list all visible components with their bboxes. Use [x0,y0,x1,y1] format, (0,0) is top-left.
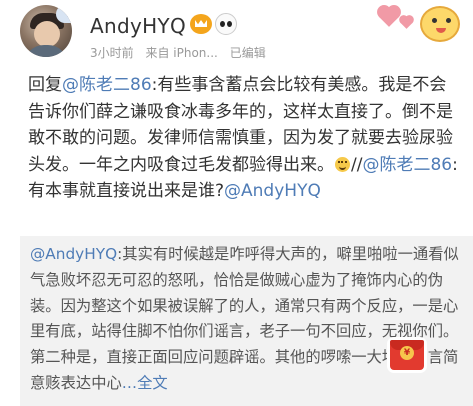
post-meta: 3小时前 来自 iPhon... 已编辑 [90,44,274,61]
red-packet-icon[interactable]: ¥ [390,340,424,370]
post-time: 3小时前 [90,46,134,60]
sticker-eye [446,18,451,23]
sticker-eye [432,18,437,23]
read-more-link[interactable]: …全文 [122,374,168,392]
sticker-body [420,6,460,42]
mention-link[interactable]: @陈老二86 [62,75,152,95]
post-content: 回复@陈老二86:有些事含蓄点会比较有美感。我是不会告诉你们薛之谦吸食冰毒多年的… [28,72,458,205]
mention-link[interactable]: @AndyHYQ [224,181,321,201]
cartoon-sticker-icon [414,0,464,44]
quoted-post[interactable]: @AndyHYQ:其实有时候越是咋呼得大声的，噼里啪啦一通看似气急败坏忍无可忍的… [20,236,473,406]
post-source[interactable]: 来自 iPhon... [145,46,217,60]
mention-link[interactable]: @陈老二86 [362,155,452,175]
avatar-face [34,21,60,47]
heart-icon [379,7,399,27]
quoted-mention-link[interactable]: @AndyHYQ [30,245,117,263]
quoted-text: @AndyHYQ:其实有时候越是咋呼得大声的，噼里啪啦一通看似气急败坏忍无可忍的… [30,242,460,397]
post-header: v AndyHYQ 3小时前 来自 iPhon... 已编辑 [0,0,473,62]
avatar-shirt [24,45,68,57]
hearts-decoration-icon [374,2,418,32]
coin-icon: ¥ [400,346,414,360]
repost-separator: // [351,154,363,175]
username[interactable]: AndyHYQ [90,14,186,38]
edited-label[interactable]: 已编辑 [230,46,266,60]
crown-icon[interactable] [190,14,212,34]
smile-emoji-icon [335,156,350,172]
reply-prefix: 回复 [28,75,62,95]
panda-icon[interactable] [215,13,237,35]
user-avatar[interactable]: v [20,5,72,57]
heart-icon [400,16,413,29]
vip-badge: v [56,5,72,23]
